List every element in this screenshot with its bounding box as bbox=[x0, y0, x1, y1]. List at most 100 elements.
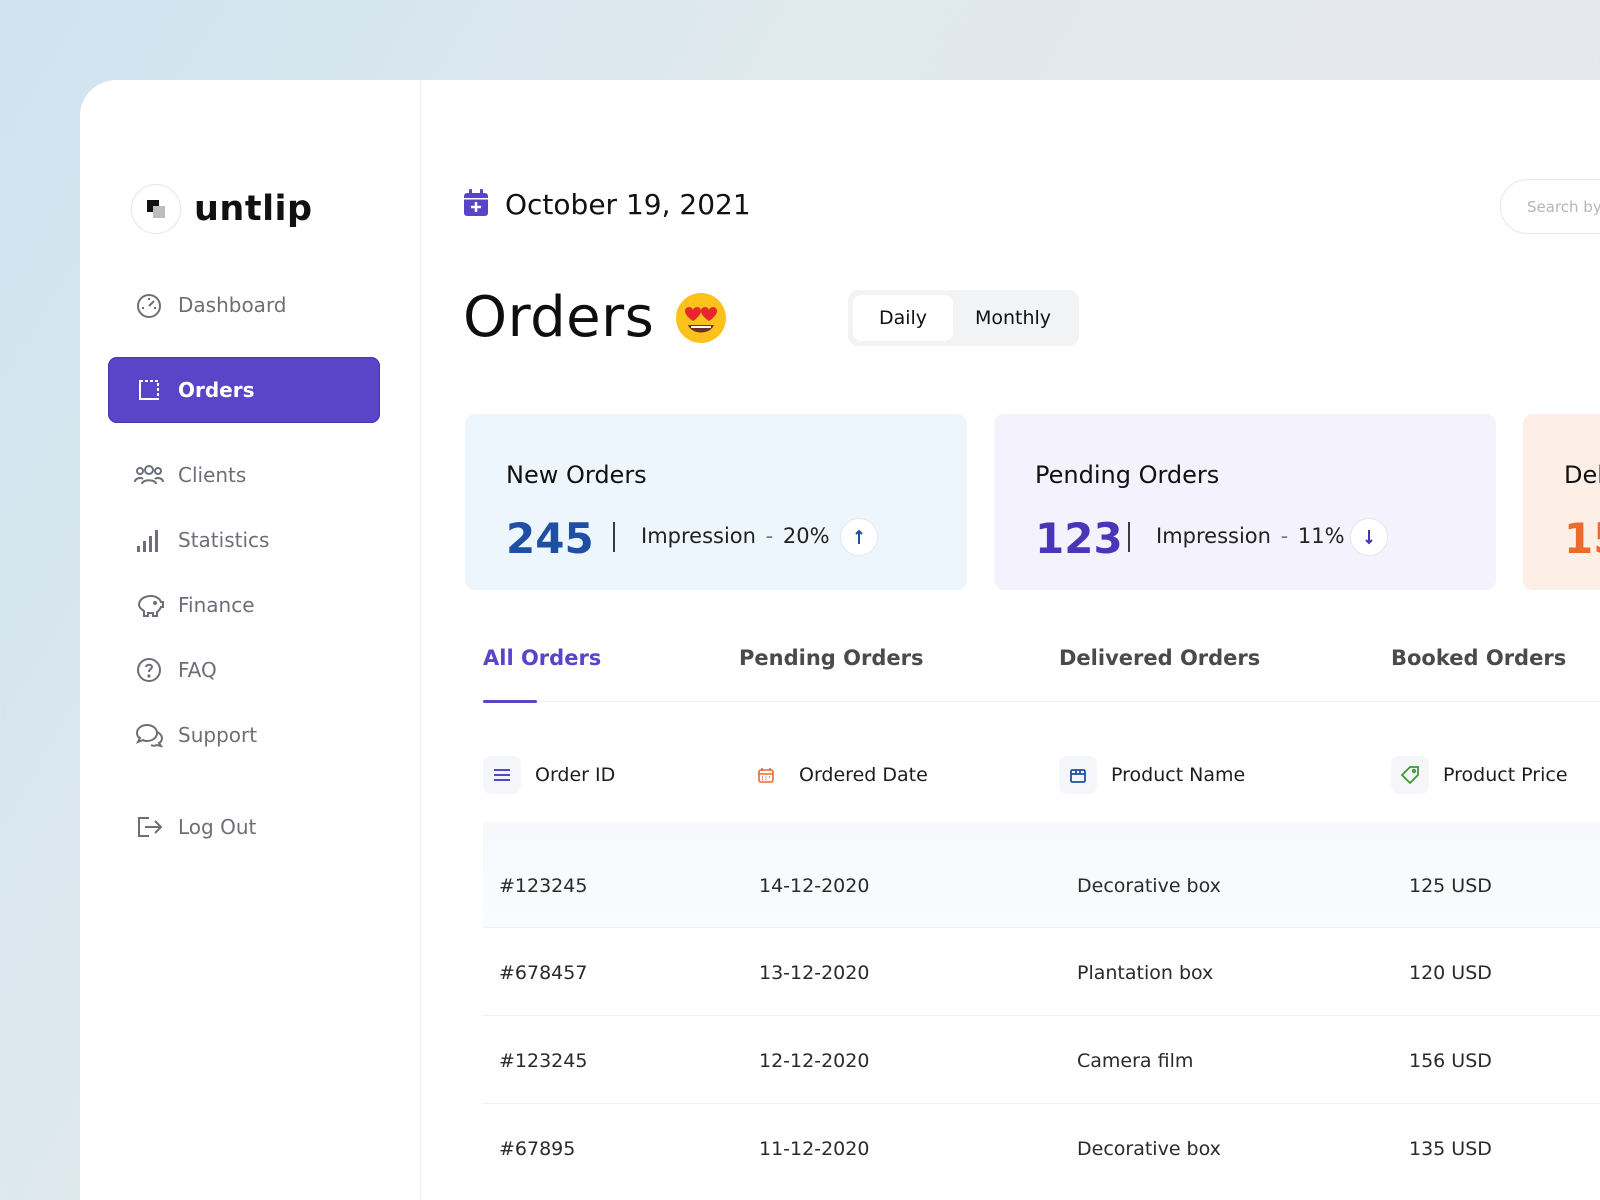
card-value: 15 bbox=[1564, 514, 1600, 563]
heart-eyes-emoji-icon bbox=[674, 291, 728, 345]
main-content: October 19, 2021 Orders Daily Monthly Ne… bbox=[421, 80, 1600, 1200]
sidebar-item-label: Finance bbox=[178, 593, 255, 617]
app-window: untlip Dashboard Orders Clients Statisti… bbox=[80, 80, 1600, 1200]
table-row[interactable]: #123245 14-12-2020 Decorative box 125 US… bbox=[483, 822, 1600, 928]
sidebar-item-label: Clients bbox=[178, 463, 247, 487]
sidebar: untlip Dashboard Orders Clients Statisti… bbox=[80, 80, 421, 1200]
cell-ordered-date: 12-12-2020 bbox=[759, 1050, 870, 1072]
card-label: Pending Orders bbox=[1035, 461, 1220, 489]
column-product-name[interactable]: Product Name bbox=[1059, 740, 1245, 810]
cell-order-id: #123245 bbox=[499, 875, 588, 897]
impression-separator: - bbox=[765, 524, 774, 548]
column-label: Product Price bbox=[1443, 764, 1568, 786]
sidebar-item-dashboard[interactable]: Dashboard bbox=[108, 272, 380, 338]
bar-chart-icon bbox=[134, 525, 164, 555]
tag-icon bbox=[1391, 756, 1429, 794]
cell-product-price: 120 USD bbox=[1409, 962, 1492, 984]
brand[interactable]: untlip bbox=[131, 184, 313, 234]
table-row[interactable]: #678457 13-12-2020 Plantation box 120 US… bbox=[483, 928, 1600, 1016]
card-pending-orders[interactable]: Pending Orders 123 Impression - 11% bbox=[994, 414, 1496, 590]
card-impression: Impression - 11% bbox=[1156, 524, 1345, 548]
gauge-icon bbox=[134, 290, 164, 320]
impression-value: 20% bbox=[782, 524, 830, 548]
cell-order-id: #67895 bbox=[499, 1138, 576, 1160]
logout-label: Log Out bbox=[178, 815, 257, 839]
impression-separator: - bbox=[1280, 524, 1289, 548]
cell-product-price: 125 USD bbox=[1409, 875, 1492, 897]
logout-button[interactable]: Log Out bbox=[108, 794, 380, 860]
sidebar-item-label: Orders bbox=[178, 378, 255, 402]
cell-order-id: #678457 bbox=[499, 962, 588, 984]
column-label: Product Name bbox=[1111, 764, 1246, 786]
date-header: October 19, 2021 bbox=[463, 188, 751, 221]
brand-logo-icon bbox=[131, 184, 181, 234]
orders-table: #123245 14-12-2020 Decorative box 125 US… bbox=[483, 822, 1600, 1192]
table-header: Order ID Ordered Date Product Name Produ… bbox=[483, 740, 1600, 810]
orders-icon bbox=[134, 375, 164, 405]
sidebar-item-statistics[interactable]: Statistics bbox=[108, 507, 380, 573]
sidebar-item-label: Dashboard bbox=[178, 293, 287, 317]
tab-booked-orders[interactable]: Booked Orders bbox=[1391, 646, 1566, 670]
sidebar-item-orders[interactable]: Orders bbox=[108, 357, 380, 423]
brand-name: untlip bbox=[194, 189, 313, 229]
sidebar-item-clients[interactable]: Clients bbox=[108, 442, 380, 508]
card-delivered-orders[interactable]: Del 15 bbox=[1523, 414, 1600, 590]
impression-label: Impression bbox=[641, 524, 756, 548]
column-ordered-date[interactable]: Ordered Date bbox=[747, 740, 928, 810]
column-order-id[interactable]: Order ID bbox=[483, 740, 615, 810]
list-icon bbox=[483, 756, 521, 794]
card-value: 245 bbox=[506, 514, 594, 563]
impression-value: 11% bbox=[1297, 524, 1345, 548]
sidebar-item-support[interactable]: Support bbox=[108, 702, 380, 768]
chat-icon bbox=[134, 720, 164, 750]
tab-all-orders[interactable]: All Orders bbox=[483, 646, 601, 670]
column-label: Order ID bbox=[535, 764, 616, 786]
order-tabs: All Orders Pending Orders Delivered Orde… bbox=[483, 646, 1600, 703]
sidebar-item-faq[interactable]: FAQ bbox=[108, 637, 380, 703]
tab-pending-orders[interactable]: Pending Orders bbox=[739, 646, 923, 670]
sidebar-item-label: Support bbox=[178, 723, 258, 747]
card-divider bbox=[613, 522, 615, 552]
page-title: Orders bbox=[463, 285, 655, 350]
sidebar-item-label: Statistics bbox=[178, 528, 270, 552]
cell-product-price: 156 USD bbox=[1409, 1050, 1492, 1072]
card-new-orders[interactable]: New Orders 245 Impression - 20% bbox=[465, 414, 967, 590]
sidebar-item-label: FAQ bbox=[178, 658, 217, 682]
cell-ordered-date: 11-12-2020 bbox=[759, 1138, 870, 1160]
card-label: Del bbox=[1564, 461, 1600, 489]
card-divider bbox=[1128, 522, 1130, 552]
search-input[interactable] bbox=[1500, 179, 1600, 234]
tab-delivered-orders[interactable]: Delivered Orders bbox=[1059, 646, 1260, 670]
table-row[interactable]: #123245 12-12-2020 Camera film 156 USD bbox=[483, 1016, 1600, 1104]
users-icon bbox=[134, 460, 164, 490]
card-label: New Orders bbox=[506, 461, 647, 489]
table-row[interactable]: #67895 11-12-2020 Decorative box 135 USD bbox=[483, 1104, 1600, 1192]
period-toggle: Daily Monthly bbox=[848, 290, 1079, 346]
cell-product-name: Decorative box bbox=[1077, 1138, 1221, 1160]
cell-order-id: #123245 bbox=[499, 1050, 588, 1072]
current-date: October 19, 2021 bbox=[505, 188, 751, 221]
page-title-row: Orders bbox=[463, 285, 728, 350]
toggle-daily[interactable]: Daily bbox=[853, 295, 953, 341]
cell-product-price: 135 USD bbox=[1409, 1138, 1492, 1160]
column-label: Ordered Date bbox=[799, 764, 928, 786]
cell-product-name: Decorative box bbox=[1077, 875, 1221, 897]
trend-up-icon bbox=[840, 518, 878, 556]
cell-product-name: Camera film bbox=[1077, 1050, 1194, 1072]
logout-icon bbox=[134, 812, 164, 842]
sidebar-item-finance[interactable]: Finance bbox=[108, 572, 380, 638]
cell-product-name: Plantation box bbox=[1077, 962, 1214, 984]
box-icon bbox=[1059, 756, 1097, 794]
calendar-icon bbox=[747, 756, 785, 794]
card-value: 123 bbox=[1035, 514, 1123, 563]
toggle-monthly[interactable]: Monthly bbox=[953, 295, 1073, 341]
calendar-icon bbox=[463, 188, 489, 221]
column-product-price[interactable]: Product Price bbox=[1391, 740, 1568, 810]
cell-ordered-date: 14-12-2020 bbox=[759, 875, 870, 897]
impression-label: Impression bbox=[1156, 524, 1271, 548]
question-circle-icon bbox=[134, 655, 164, 685]
cell-ordered-date: 13-12-2020 bbox=[759, 962, 870, 984]
tab-active-indicator bbox=[483, 700, 537, 703]
trend-down-icon bbox=[1350, 518, 1388, 556]
card-impression: Impression - 20% bbox=[641, 524, 830, 548]
